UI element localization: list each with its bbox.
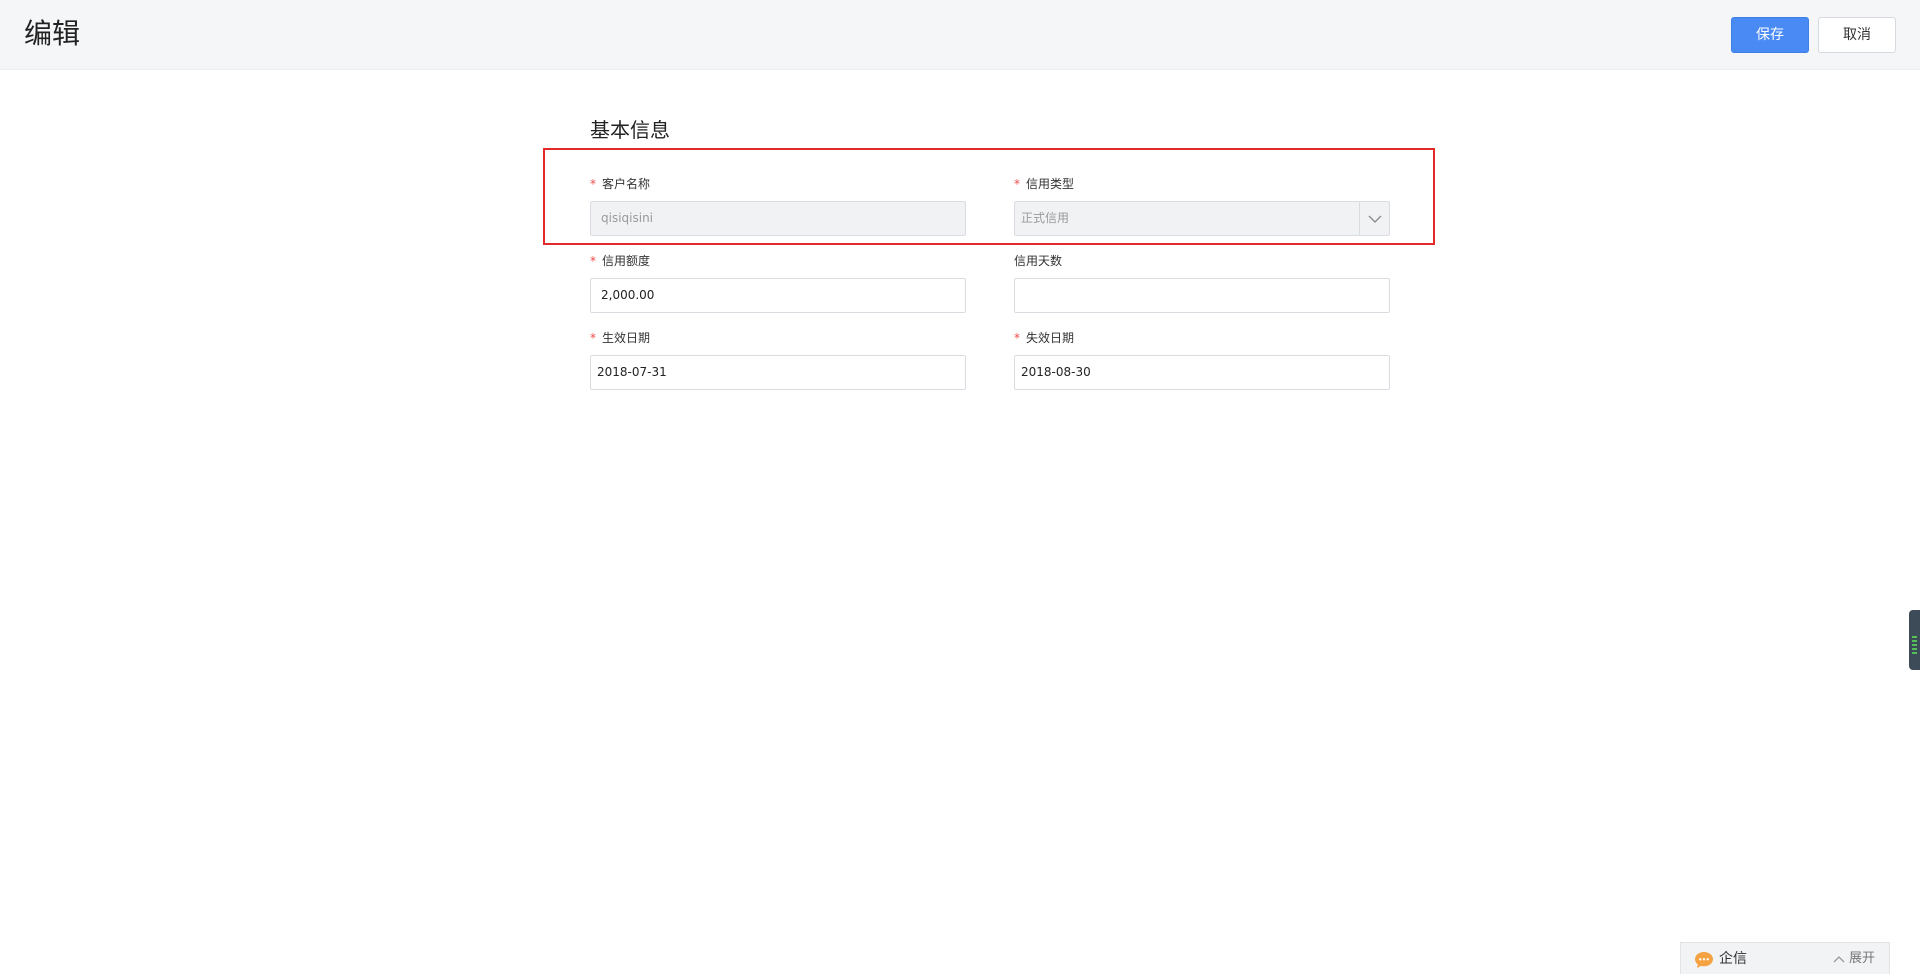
customer-name-value: qisiqisini: [601, 211, 654, 225]
required-mark: *: [590, 331, 596, 345]
chat-label: 企信: [1719, 951, 1747, 967]
customer-name-input[interactable]: qisiqisini: [590, 201, 966, 236]
credit-days-label-text: 信用天数: [1014, 254, 1063, 268]
credit-amount-label: * 信用额度: [590, 253, 650, 269]
credit-type-label-text: 信用类型: [1026, 177, 1075, 191]
save-button[interactable]: 保存: [1731, 17, 1809, 53]
required-mark: *: [590, 254, 596, 268]
chat-expand-toggle[interactable]: 展开: [1833, 950, 1875, 968]
effective-date-label: * 生效日期: [590, 330, 650, 346]
cancel-button[interactable]: 取消: [1818, 17, 1896, 53]
section-title: 基本信息: [590, 118, 670, 142]
expiry-date-input[interactable]: 2018-08-30: [1014, 355, 1390, 390]
credit-type-value: 正式信用: [1021, 211, 1070, 225]
chat-bubble-icon: [1695, 952, 1713, 968]
required-mark: *: [1014, 177, 1020, 191]
effective-date-value: 2018-07-31: [597, 365, 667, 379]
effective-date-label-text: 生效日期: [602, 331, 651, 345]
chevron-up-icon: [1833, 956, 1845, 963]
expiry-date-label: * 失效日期: [1014, 330, 1074, 346]
credit-type-label: * 信用类型: [1014, 176, 1074, 192]
effective-date-input[interactable]: 2018-07-31: [590, 355, 966, 390]
credit-amount-value: 2,000.00: [601, 288, 655, 302]
credit-amount-label-text: 信用额度: [602, 254, 651, 268]
chevron-down-icon[interactable]: [1359, 202, 1389, 235]
required-mark: *: [1014, 331, 1020, 345]
chat-bar[interactable]: 企信 展开: [1680, 942, 1890, 974]
required-mark: *: [590, 177, 596, 191]
credit-days-label: 信用天数: [1014, 253, 1062, 269]
credit-type-select[interactable]: 正式信用: [1014, 201, 1390, 236]
side-panel-handle[interactable]: [1909, 610, 1920, 670]
customer-name-label: * 客户名称: [590, 176, 650, 192]
expiry-date-label-text: 失效日期: [1026, 331, 1075, 345]
page-header: 编辑 保存 取消: [0, 0, 1920, 70]
credit-days-input[interactable]: [1014, 278, 1390, 313]
customer-name-label-text: 客户名称: [602, 177, 651, 191]
chat-expand-label: 展开: [1848, 951, 1875, 966]
expiry-date-value: 2018-08-30: [1021, 365, 1091, 379]
page-title: 编辑: [24, 17, 81, 50]
credit-amount-input[interactable]: 2,000.00: [590, 278, 966, 313]
